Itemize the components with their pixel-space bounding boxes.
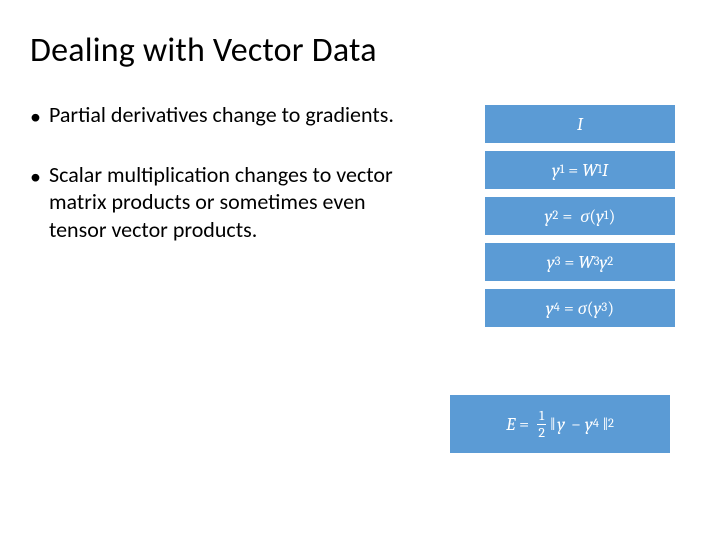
eq-sub: 2	[552, 209, 558, 223]
eq-equals: =	[564, 252, 574, 273]
eq-sub: 4	[593, 417, 599, 431]
slide-title: Dealing with Vector Data	[30, 30, 690, 71]
bullet-dot-icon: •	[30, 103, 41, 131]
eq-frac-den: 2	[538, 425, 545, 440]
eq-sub: 3	[555, 255, 561, 269]
eq-sigma: σ	[580, 206, 589, 227]
eq-var: E	[506, 414, 515, 435]
equation-box-y2: y2 = σ(y1)	[485, 197, 675, 235]
bullet-item: • Partial derivatives change to gradient…	[30, 101, 400, 131]
equation-box-y4: y4 = σ(y3)	[485, 289, 675, 327]
equation-box-error: E = 1 2 ‖ y − y4 ‖2	[450, 395, 670, 453]
eq-minus: −	[571, 414, 581, 435]
eq-var: y	[557, 414, 565, 435]
eq-paren: )	[608, 206, 615, 227]
eq-equals: =	[562, 206, 572, 227]
eq-var: y	[546, 298, 554, 319]
eq-fraction: 1 2	[537, 409, 546, 440]
eq-var: y	[599, 252, 607, 273]
eq-sub: 2	[607, 255, 613, 269]
bullet-text: Partial derivatives change to gradients.	[49, 101, 400, 129]
eq-symbol: I	[577, 114, 583, 135]
eq-norm-open: ‖	[550, 414, 555, 435]
eq-paren: (	[587, 298, 594, 319]
slide: Dealing with Vector Data • Partial deriv…	[0, 0, 720, 540]
eq-exp: 2	[608, 417, 614, 431]
eq-var: y	[585, 414, 593, 435]
eq-var: I	[602, 160, 608, 181]
content-area: • Partial derivatives change to gradient…	[30, 101, 690, 273]
bullet-item: • Scalar multiplication changes to vecto…	[30, 161, 400, 244]
eq-paren: )	[607, 298, 614, 319]
bullet-list: • Partial derivatives change to gradient…	[30, 101, 400, 273]
equation-column: I y1 = W1 I y2 = σ(y1) y3 = W3 y2 y4	[485, 105, 675, 327]
eq-paren: (	[589, 206, 596, 227]
eq-equals: =	[519, 414, 529, 435]
eq-var: y	[552, 160, 560, 181]
eq-var: y	[545, 206, 553, 227]
eq-sub: 1	[560, 163, 565, 177]
eq-var: W	[582, 160, 597, 181]
eq-sigma: σ	[578, 298, 587, 319]
equation-box-y1: y1 = W1 I	[485, 151, 675, 189]
eq-var: y	[594, 298, 602, 319]
eq-var: y	[547, 252, 555, 273]
eq-frac-num: 1	[537, 409, 546, 425]
equation-box-y3: y3 = W3 y2	[485, 243, 675, 281]
eq-var: W	[578, 252, 593, 273]
eq-sub: 4	[554, 301, 560, 315]
equation-box-input: I	[485, 105, 675, 143]
bullet-text: Scalar multiplication changes to vector …	[49, 161, 400, 244]
eq-equals: =	[568, 160, 578, 181]
eq-equals: =	[564, 298, 574, 319]
eq-var: y	[596, 206, 604, 227]
bullet-dot-icon: •	[30, 163, 41, 191]
